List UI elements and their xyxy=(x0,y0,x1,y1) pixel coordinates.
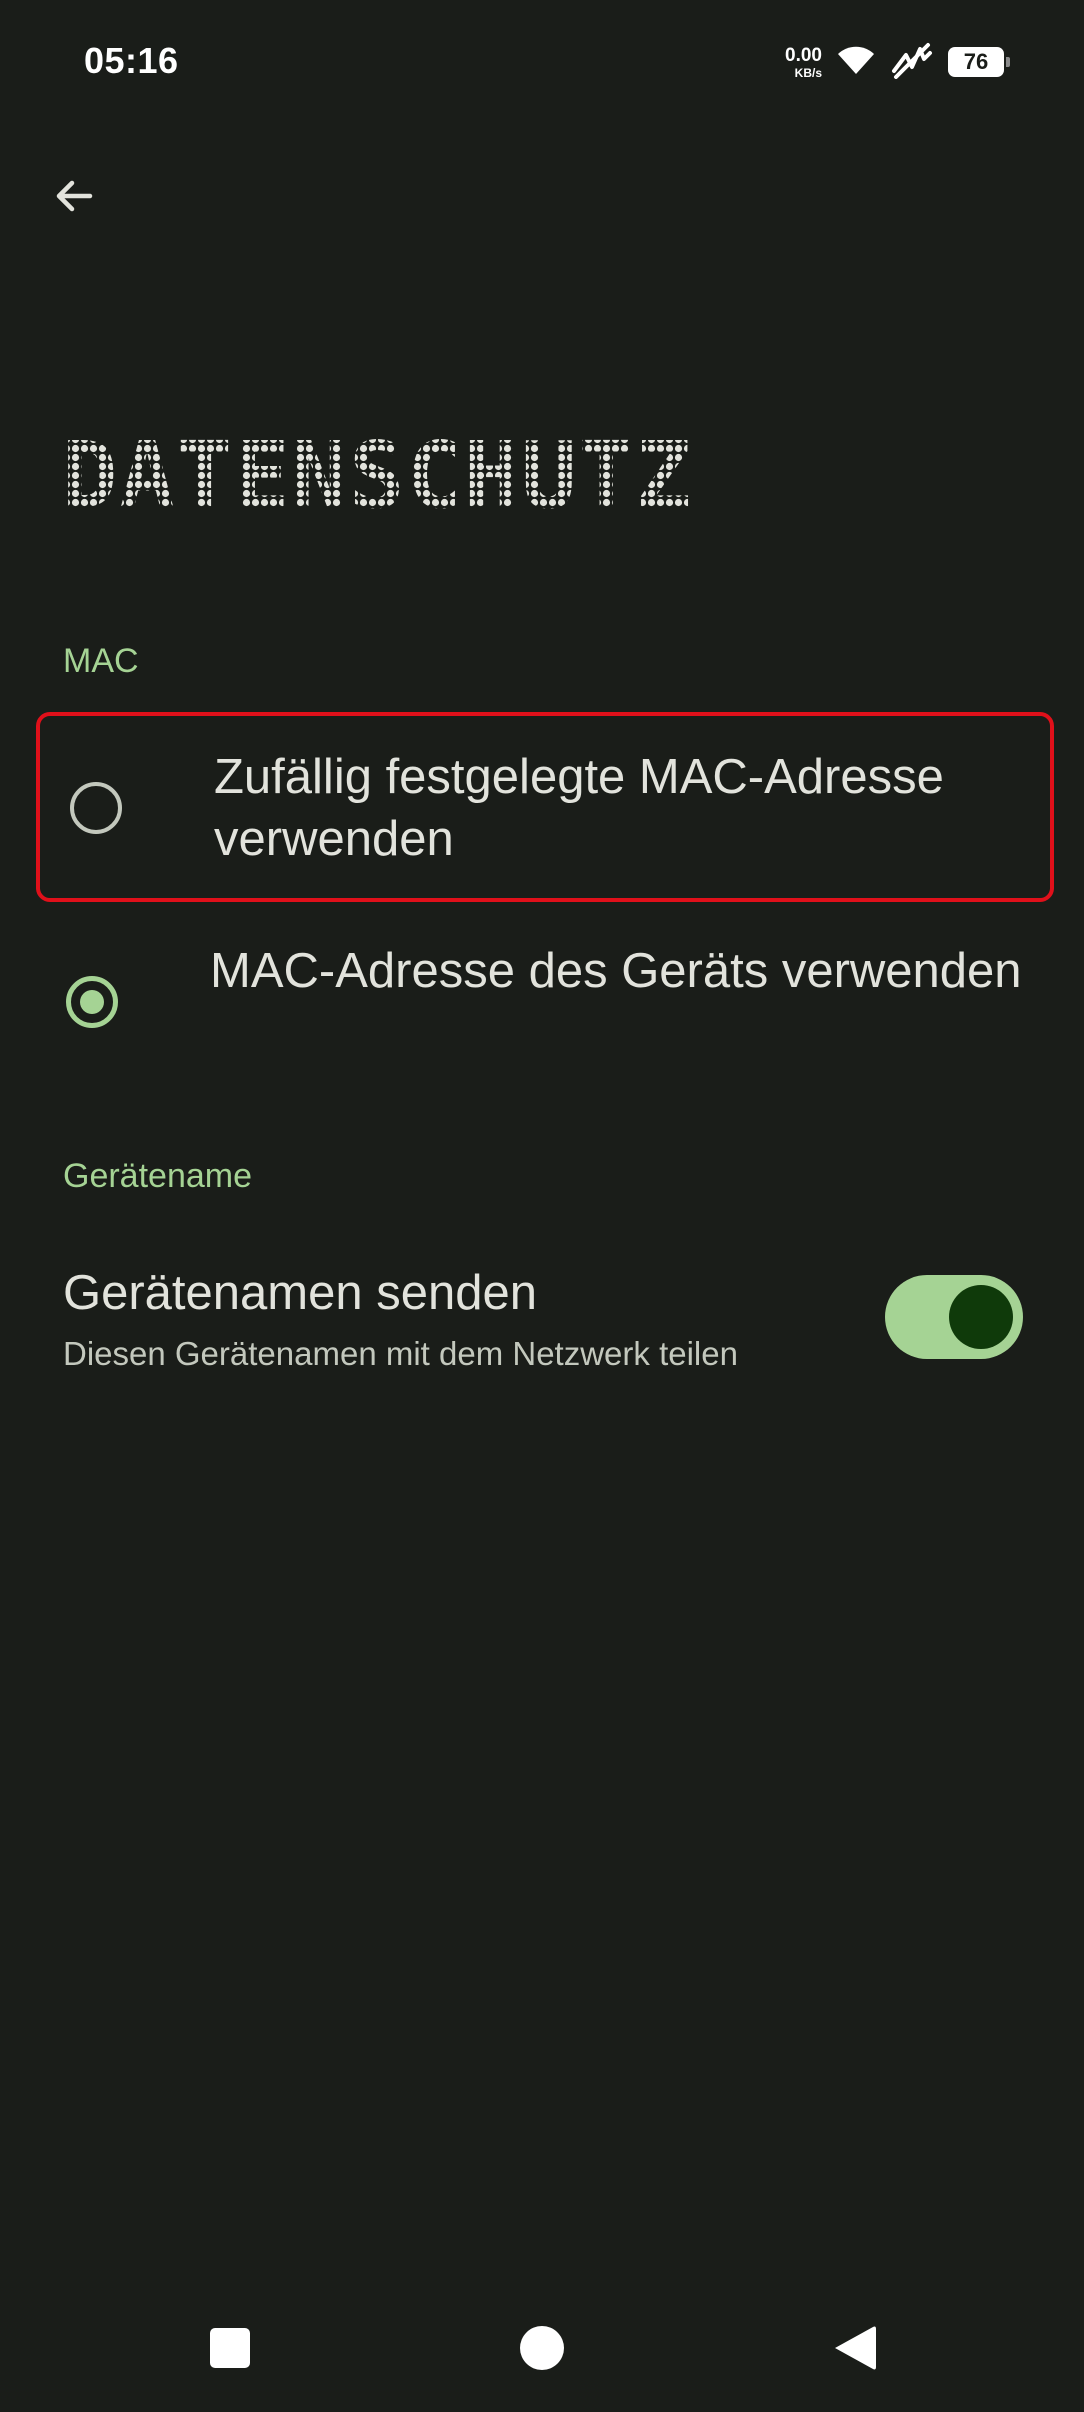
section-header-device-name: Gerätename xyxy=(63,1157,252,1195)
setting-title: Gerätenamen senden xyxy=(63,1266,537,1320)
mobile-signal-icon xyxy=(890,41,934,84)
navigation-bar xyxy=(0,2290,1084,2412)
wifi-icon xyxy=(836,44,876,81)
toggle-thumb xyxy=(949,1285,1013,1349)
send-device-name-toggle[interactable] xyxy=(885,1275,1023,1359)
status-bar: 05:16 0.00 KB/s 76 xyxy=(0,0,1084,124)
network-speed: 0.00 KB/s xyxy=(785,46,822,79)
radio-option-label: Zufällig festgelegte MAC-Adresse verwend… xyxy=(214,750,944,866)
radio-option-random-mac[interactable]: Zufällig festgelegte MAC-Adresse verwend… xyxy=(36,712,1054,902)
network-speed-unit: KB/s xyxy=(794,65,822,80)
page-title-text: DATENSCHUTZ xyxy=(62,435,693,515)
radio-option-device-mac[interactable]: MAC-Adresse des Geräts verwenden xyxy=(36,910,1054,1100)
recents-square-icon xyxy=(208,2326,252,2375)
battery-icon: 76 xyxy=(948,47,1010,77)
radio-button-unchecked[interactable] xyxy=(70,782,122,834)
home-button[interactable] xyxy=(492,2290,592,2410)
back-button[interactable] xyxy=(36,160,112,236)
radio-dot xyxy=(80,990,104,1014)
system-back-button[interactable] xyxy=(804,2290,904,2410)
section-header-mac: MAC xyxy=(63,642,139,680)
send-device-name-setting[interactable]: Gerätenamen senden Diesen Gerätenamen mi… xyxy=(63,1255,1023,1375)
recents-button[interactable] xyxy=(180,2290,280,2410)
setting-summary: Diesen Gerätenamen mit dem Netzwerk teil… xyxy=(63,1335,738,1372)
page-title: DATENSCHUTZ xyxy=(62,422,762,529)
arrow-left-icon xyxy=(50,172,98,225)
radio-button-checked[interactable] xyxy=(66,976,118,1028)
back-triangle-icon xyxy=(831,2324,877,2377)
status-time: 05:16 xyxy=(84,40,179,81)
status-icons: 0.00 KB/s 76 xyxy=(785,40,1010,84)
radio-option-label: MAC-Adresse des Geräts verwenden xyxy=(210,944,1022,998)
home-circle-icon xyxy=(519,2325,565,2376)
network-speed-value: 0.00 xyxy=(785,44,822,66)
